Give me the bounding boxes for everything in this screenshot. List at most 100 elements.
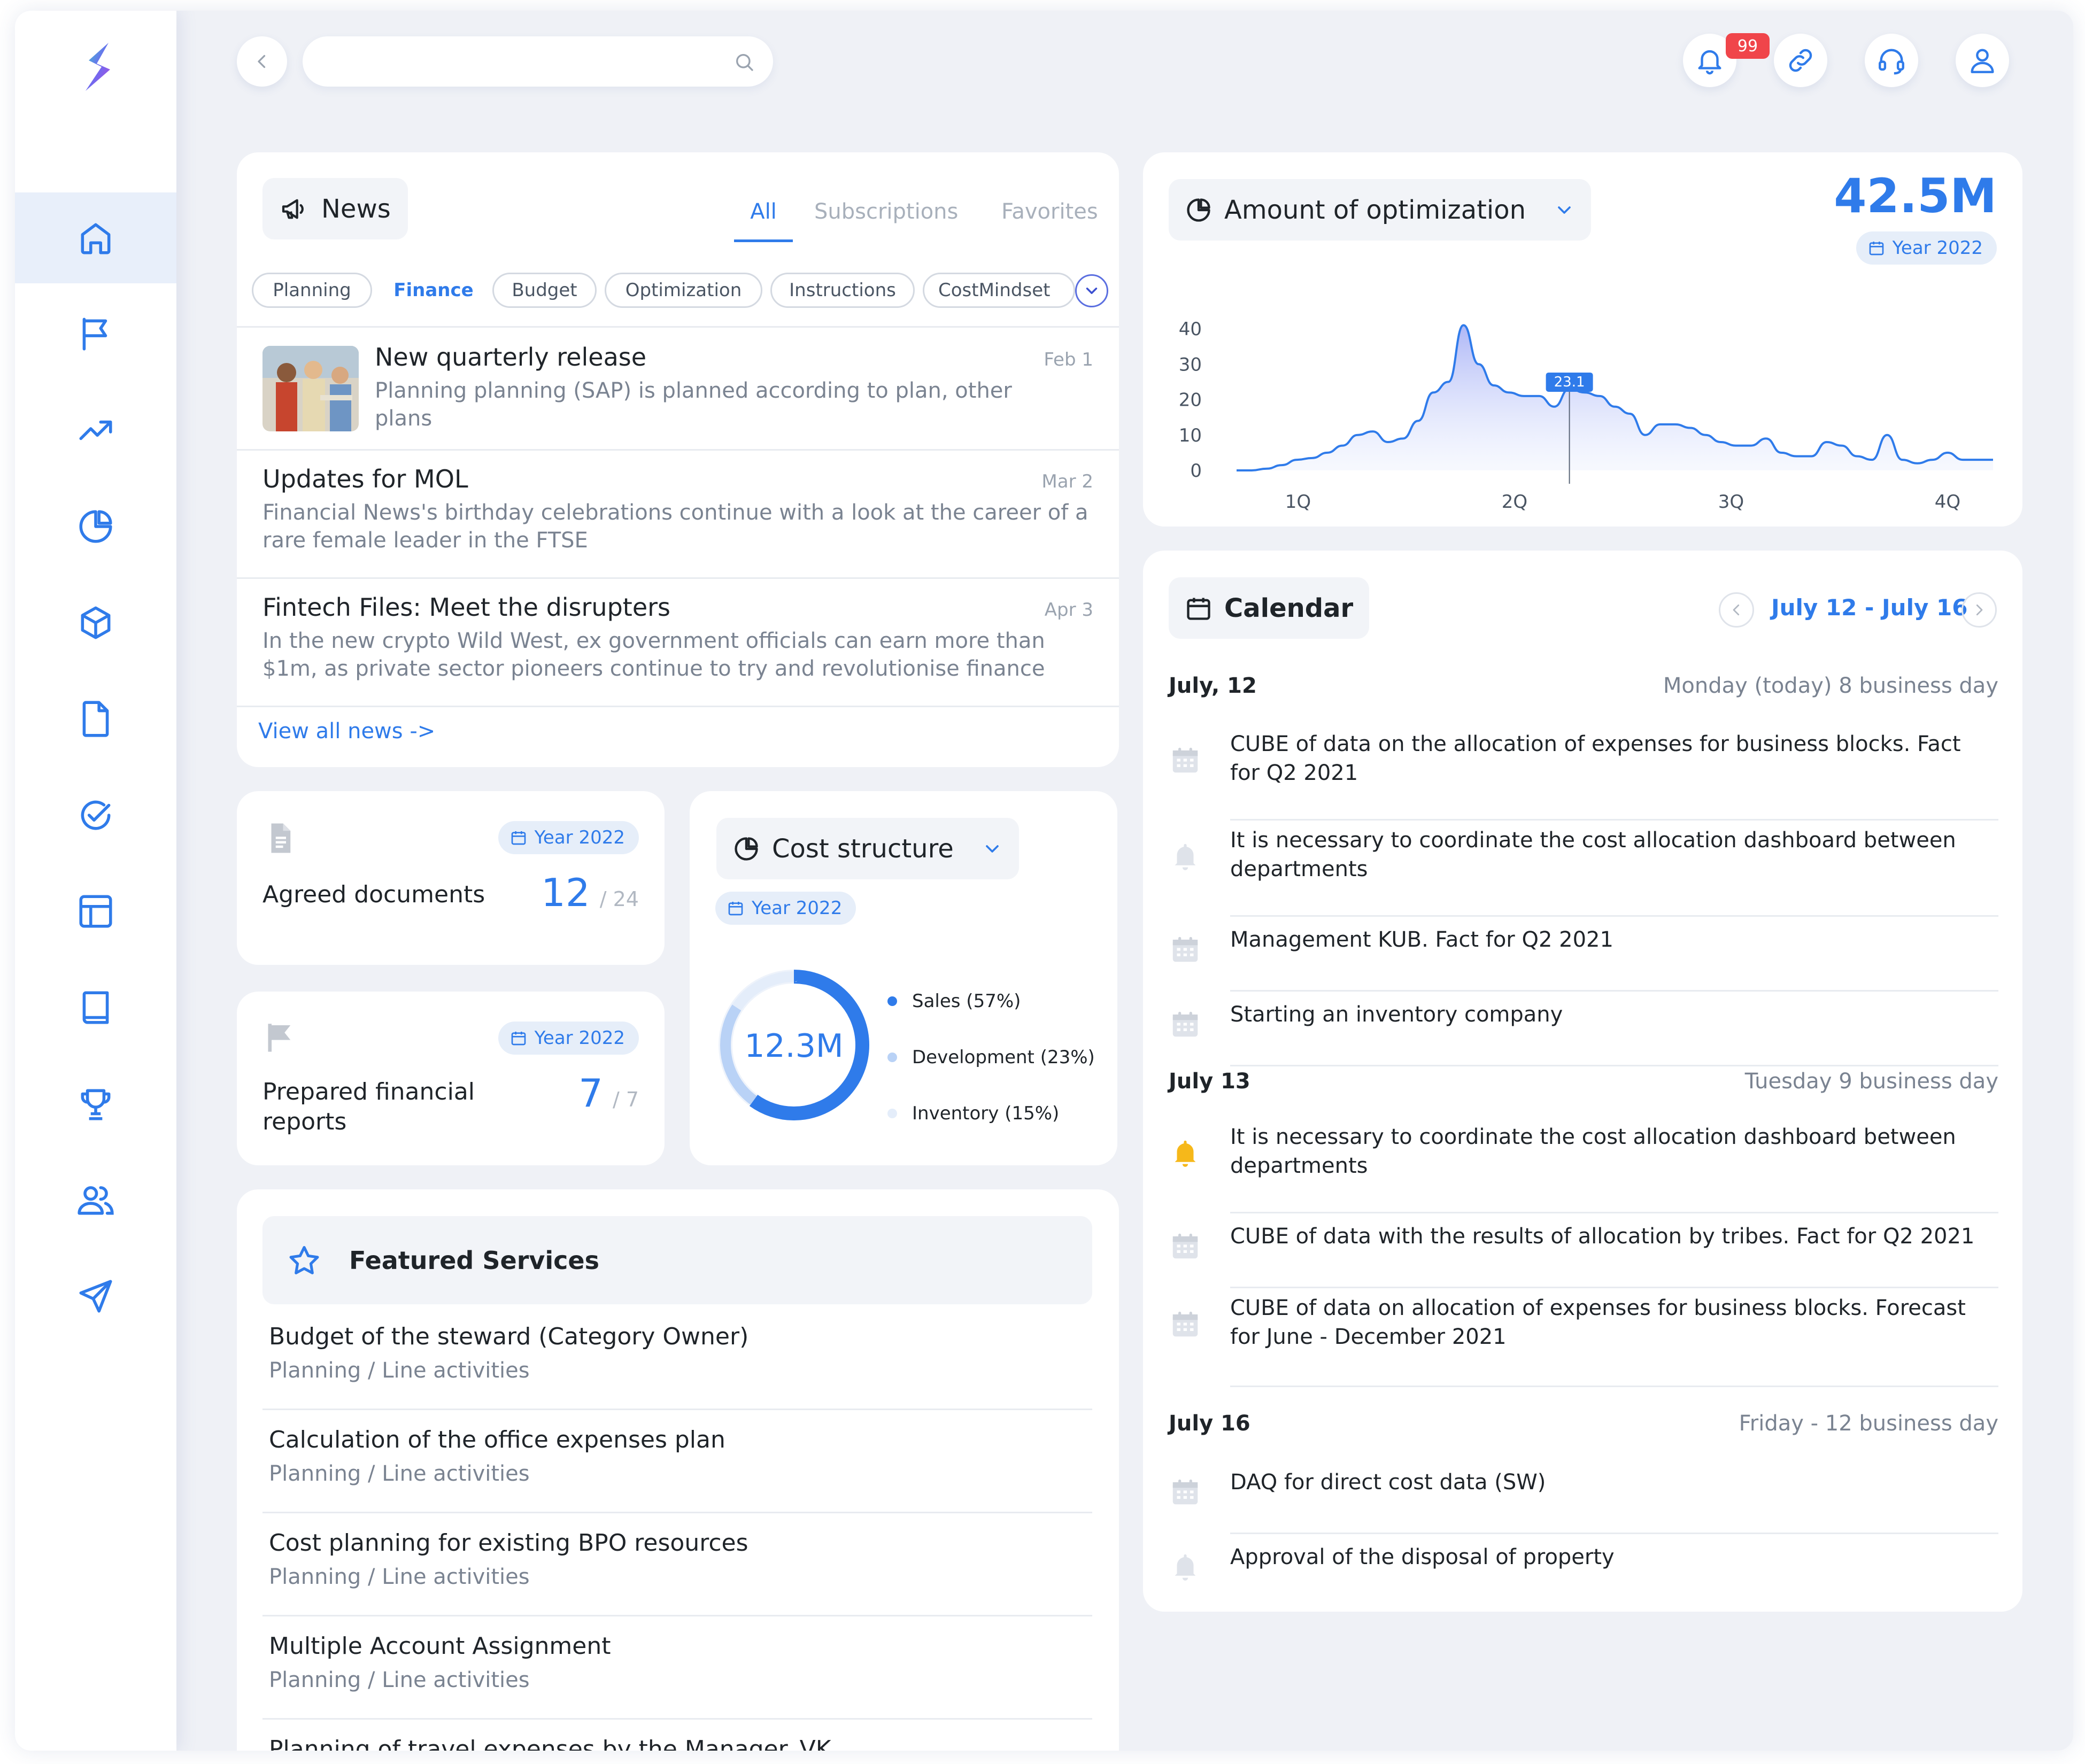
divider — [1230, 1065, 1998, 1066]
service-item[interactable]: Multiple Account Assignment Planning / Li… — [237, 1633, 1119, 1736]
news-title: News — [321, 194, 391, 224]
sidebar-item-document[interactable] — [15, 674, 176, 764]
cost-legend: Sales (57%) Development (23%) Inventory (1… — [887, 973, 1112, 1141]
check-circle-icon — [81, 800, 111, 830]
news-item[interactable]: Updates for MOL Mar 2 Financial News's b… — [237, 452, 1119, 577]
calendar-event[interactable]: CUBE of data on allocation of expenses f… — [1169, 1288, 1998, 1387]
pie-chart-icon — [735, 837, 758, 861]
calendar-icon — [1169, 744, 1202, 777]
cost-structure-dropdown[interactable]: Cost structure — [716, 818, 1019, 879]
calendar-event-text: It is necessary to coordinate the cost a… — [1230, 1125, 1956, 1178]
calendar-card: Calendar July 12 - July 16 July, 12 Monda… — [1143, 551, 2022, 1612]
app-logo[interactable] — [79, 40, 117, 94]
x-tick-label: 3Q — [1718, 491, 1744, 513]
search-bar[interactable] — [303, 36, 773, 87]
chevron-left-icon — [1733, 604, 1740, 616]
service-title: Budget of the steward (Category Owner) — [269, 1323, 749, 1350]
calendar-prev-button[interactable] — [1719, 592, 1754, 628]
sidebar-item-plane[interactable] — [15, 1251, 176, 1342]
service-title: Multiple Account Assignment — [269, 1633, 611, 1660]
links-button[interactable] — [1774, 34, 1827, 87]
filter-optimization[interactable]: Optimization — [605, 273, 762, 308]
filter-costmindset[interactable]: CostMindset — [923, 273, 1075, 308]
filter-finance[interactable]: Finance — [380, 273, 487, 308]
calendar-next-button[interactable] — [1962, 592, 1997, 628]
calendar-icon — [728, 902, 743, 916]
calendar-event[interactable]: CUBE of data with the results of allocat… — [1169, 1213, 1998, 1288]
news-item[interactable]: New quarterly release Feb 1 Planning pla… — [237, 329, 1119, 449]
y-tick-label: 40 — [1179, 319, 1202, 340]
sidebar-item-flag[interactable] — [15, 289, 176, 380]
divider — [237, 449, 1119, 451]
calendar-event-text: Approval of the disposal of property — [1230, 1545, 1615, 1569]
service-category: Planning / Line activities — [269, 1565, 530, 1589]
service-item[interactable]: Budget of the steward (Category Owner) Pl… — [237, 1323, 1119, 1426]
back-button[interactable] — [237, 36, 287, 87]
calendar-day-date: July, 12 — [1169, 674, 1257, 698]
news-item-desc: Financial News's birthday celebrations c… — [262, 500, 1088, 553]
sidebar-item-pie-chart[interactable] — [15, 481, 176, 572]
calendar-icon — [511, 1032, 526, 1046]
calendar-event-text: It is necessary to coordinate the cost a… — [1230, 828, 1956, 881]
calendar-event[interactable]: CUBE of data on the allocation of expens… — [1169, 724, 1998, 821]
service-title: Calculation of the office expenses plan — [269, 1426, 725, 1453]
y-tick-label: 30 — [1179, 354, 1202, 375]
calendar-day-header: July, 12 Monday (today) 8 business day — [1169, 674, 1998, 706]
legend-label: Sales (57%) — [912, 990, 1021, 1012]
service-category: Planning / Line activities — [269, 1668, 530, 1692]
filter-budget[interactable]: Budget — [492, 273, 597, 308]
sidebar-item-trophy[interactable] — [15, 1058, 176, 1149]
calendar-event[interactable]: DAQ for direct cost data (SW) — [1169, 1459, 1998, 1534]
filter-planning[interactable]: Planning — [252, 273, 372, 308]
news-tab-all[interactable]: All — [734, 199, 793, 242]
bell-icon — [1169, 1550, 1202, 1583]
year-badge[interactable]: Year 2022 — [498, 821, 639, 854]
x-tick-label: 4Q — [1935, 491, 1960, 513]
calendar-event-text: Starting an inventory company — [1230, 1002, 1563, 1027]
featured-services-header: Featured Services — [262, 1216, 1092, 1304]
sidebar-item-home[interactable] — [15, 192, 176, 283]
calendar-day-header: July 16 Friday - 12 business day — [1169, 1411, 1998, 1443]
calendar-icon — [1169, 1307, 1202, 1341]
news-item-desc: In the new crypto Wild West, ex governme… — [262, 629, 1045, 681]
calendar-event[interactable]: Starting an inventory company — [1169, 992, 1998, 1066]
financial-reports-card[interactable]: Year 2022 Prepared financial reports 7 /… — [237, 992, 665, 1165]
search-input[interactable] — [324, 47, 709, 76]
news-tab-subscriptions[interactable]: Subscriptions — [814, 199, 958, 224]
calendar-event[interactable]: Approval of the disposal of property — [1169, 1534, 1998, 1609]
service-item[interactable]: Cost planning for existing BPO resources… — [237, 1529, 1119, 1633]
sidebar-item-layout[interactable] — [15, 866, 176, 957]
sidebar-item-book[interactable] — [15, 962, 176, 1053]
search-icon[interactable] — [733, 51, 755, 73]
sidebar-item-trend[interactable] — [15, 385, 176, 476]
service-item[interactable]: Planning of travel expenses by the Manag… — [237, 1736, 1119, 1751]
year-badge[interactable]: Year 2022 — [715, 892, 856, 925]
view-all-news-link[interactable]: View all news -> — [258, 719, 435, 744]
home-icon — [81, 223, 111, 254]
divider — [237, 577, 1119, 579]
profile-button[interactable] — [1956, 34, 2009, 87]
calendar-event[interactable]: Management KUB. Fact for Q2 2021 — [1169, 917, 1998, 992]
agreed-documents-card[interactable]: Year 2022 Agreed documents 12 / 24 — [237, 791, 665, 965]
calendar-event[interactable]: It is necessary to coordinate the cost a… — [1169, 1117, 1998, 1213]
filters-expand-button[interactable] — [1075, 274, 1108, 307]
sidebar-item-check-circle[interactable] — [15, 770, 176, 861]
sidebar-item-box[interactable] — [15, 577, 176, 668]
calendar-event[interactable]: It is necessary to coordinate the cost a… — [1169, 821, 1998, 917]
y-tick-label: 0 — [1190, 460, 1202, 482]
service-item[interactable]: Calculation of the office expenses plan P… — [237, 1426, 1119, 1529]
sidebar-item-users[interactable] — [15, 1155, 176, 1245]
calendar-day-info: Monday (today) 8 business day — [1663, 674, 1998, 698]
news-tab-favorites[interactable]: Favorites — [1001, 199, 1098, 224]
news-card: News All Subscriptions Favorites Plannin… — [237, 152, 1119, 767]
year-badge[interactable]: Year 2022 — [1856, 231, 1997, 265]
support-button[interactable] — [1865, 34, 1918, 87]
year-badge[interactable]: Year 2022 — [498, 1022, 639, 1055]
agreed-documents-label: Agreed documents — [262, 881, 485, 908]
filter-instructions[interactable]: Instructions — [770, 273, 915, 308]
box-icon — [81, 606, 111, 639]
calendar-icon — [1187, 598, 1210, 620]
optimization-dropdown[interactable]: Amount of optimization — [1169, 179, 1592, 241]
news-item[interactable]: Fintech Files: Meet the disrupters Apr 3… — [237, 580, 1119, 706]
trophy-icon — [81, 1089, 111, 1120]
